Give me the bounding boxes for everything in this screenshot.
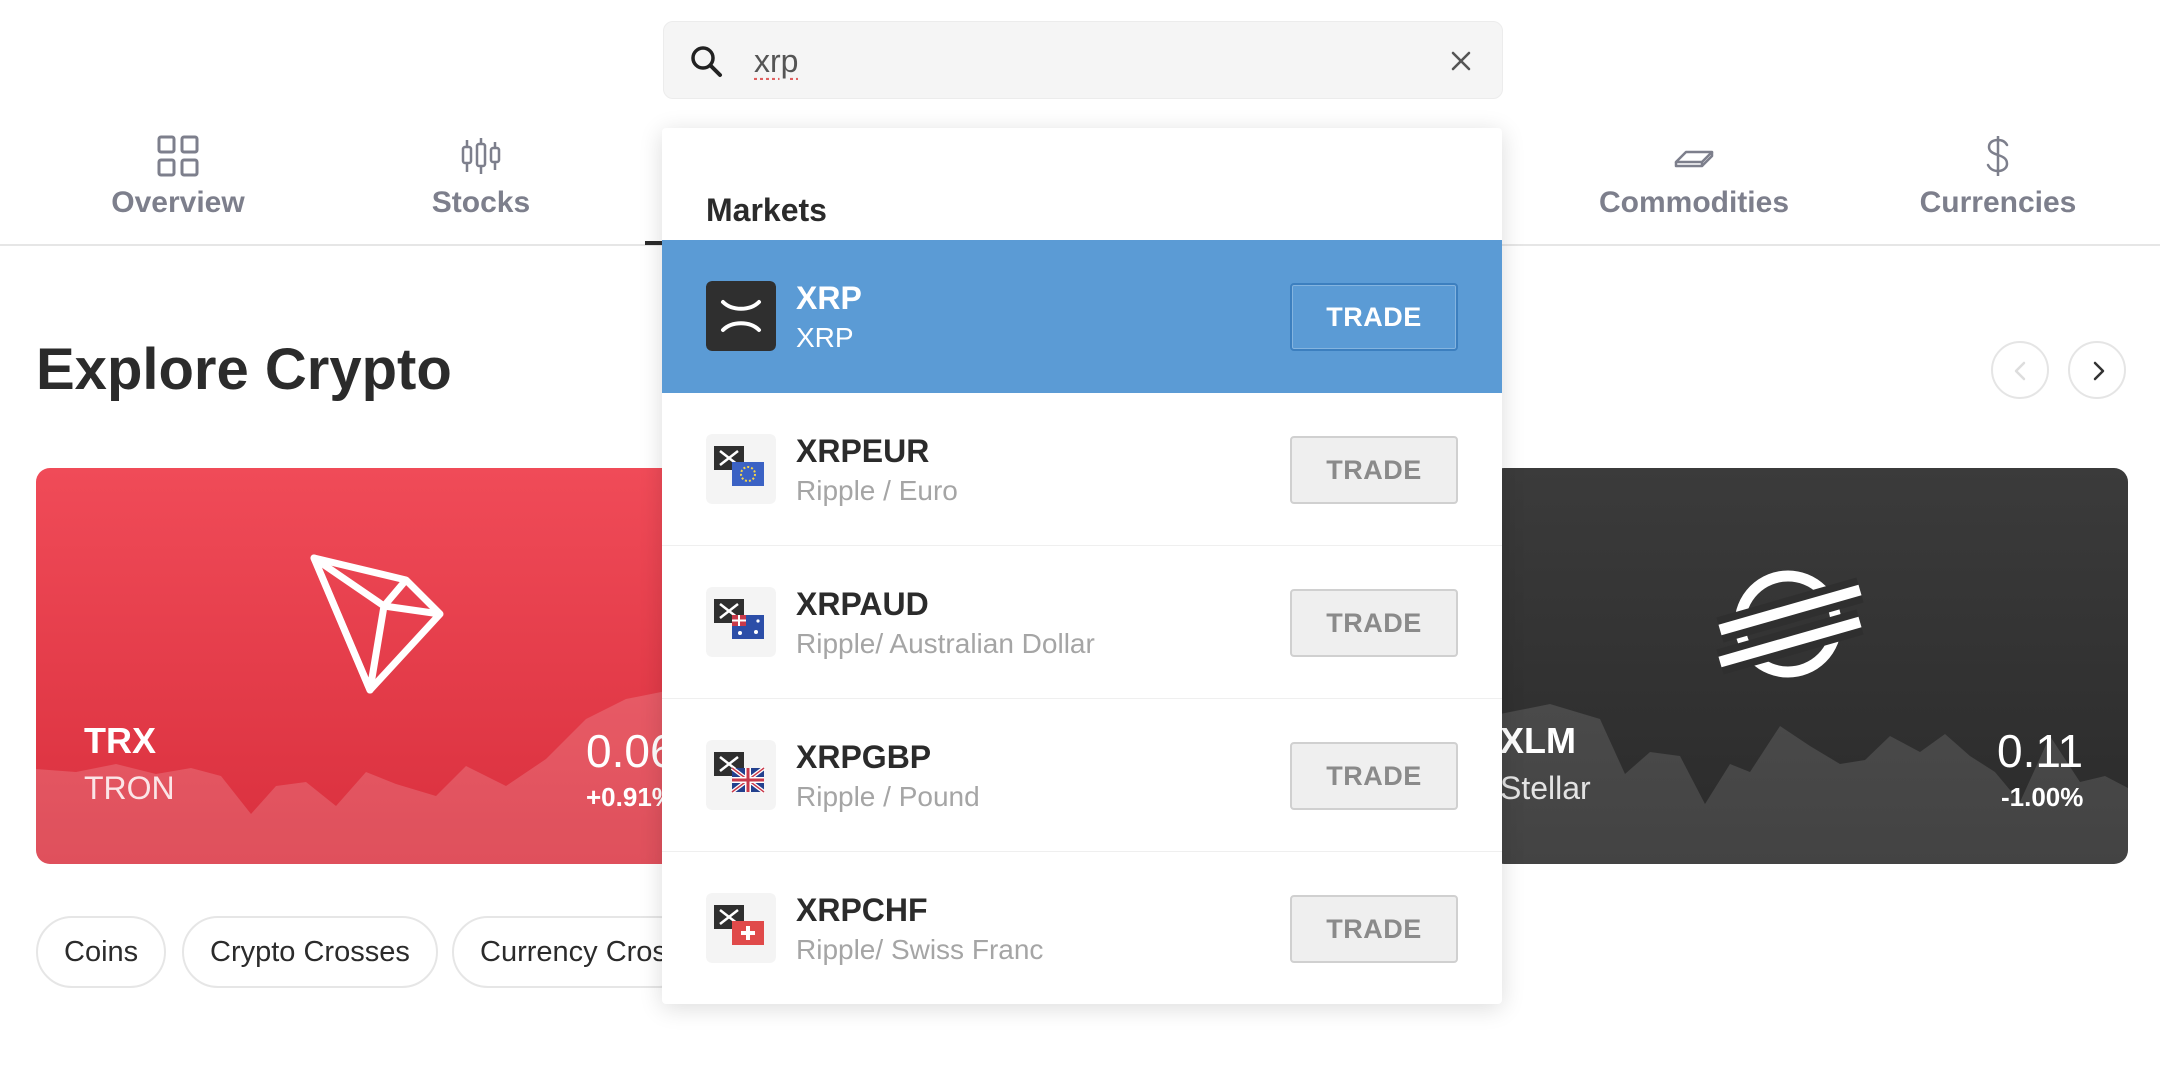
card-change: -1.00% (2001, 782, 2084, 812)
result-row-xrpchf[interactable]: XRPCHF Ripple/ Swiss Franc TRADE (662, 852, 1502, 1004)
tab-currencies-label: Currencies (1919, 186, 2077, 219)
tron-logo-icon (310, 554, 444, 694)
tab-stocks[interactable]: Stocks (381, 120, 581, 244)
chevron-left-icon (2014, 361, 2026, 381)
page-title: Explore Crypto (36, 337, 452, 402)
tab-commodities[interactable]: Commodities (1594, 120, 1794, 244)
result-symbol: XRPAUD (796, 586, 929, 622)
trade-button[interactable]: TRADE (1290, 283, 1458, 351)
overview-grid-icon (157, 135, 199, 177)
chip-coins[interactable]: Coins (36, 916, 167, 988)
card-name: Stellar (1500, 770, 1591, 806)
chevron-right-icon (2093, 361, 2105, 381)
tab-stocks-label: Stocks (431, 186, 531, 219)
result-description: Ripple/ Australian Dollar (796, 628, 1095, 659)
card-symbol: TRX (84, 720, 156, 761)
candlestick-icon (461, 138, 501, 174)
card-name: TRON (84, 770, 175, 806)
result-description: XRP (796, 322, 854, 353)
card-symbol: XLM (1500, 720, 1576, 761)
result-symbol: XRPCHF (796, 892, 928, 928)
result-row-xrpgbp[interactable]: XRPGBP Ripple / Pound TRADE (662, 699, 1502, 852)
xrp-gbp-pair-icon (706, 740, 776, 810)
dollar-icon (1986, 136, 2009, 176)
trade-button[interactable]: TRADE (1290, 742, 1458, 810)
search-bar[interactable] (663, 21, 1503, 99)
carousel-prev-button[interactable] (1991, 341, 2049, 399)
result-row-xrp[interactable]: XRP XRP TRADE (662, 240, 1502, 393)
result-symbol: XRP (796, 280, 862, 316)
price-sparkline (36, 689, 676, 864)
crypto-card-trx[interactable]: TRX TRON 0.06 +0.91% (36, 468, 676, 864)
stellar-logo-icon (1716, 570, 1864, 678)
results-heading: Markets (706, 192, 827, 228)
xrp-logo-icon (706, 281, 776, 351)
card-price: 0.11 (1997, 725, 2084, 777)
xrp-chf-pair-icon (706, 893, 776, 963)
tab-overview[interactable]: Overview (78, 120, 278, 244)
xrp-aud-pair-icon (706, 587, 776, 657)
search-input[interactable] (754, 36, 1394, 86)
xrp-eur-pair-icon (706, 434, 776, 504)
tab-commodities-label: Commodities (1598, 186, 1790, 219)
trade-button[interactable]: TRADE (1290, 589, 1458, 657)
chip-currency-crosses[interactable]: Currency Cros (452, 916, 695, 988)
result-row-xrpeur[interactable]: XRPEUR Ripple / Euro TRADE (662, 393, 1502, 546)
gold-bar-icon (1674, 150, 1714, 168)
trade-button[interactable]: TRADE (1290, 895, 1458, 963)
search-icon (691, 46, 722, 77)
result-symbol: XRPEUR (796, 433, 930, 469)
chip-crypto-crosses[interactable]: Crypto Crosses (182, 916, 438, 988)
close-icon[interactable] (1448, 48, 1474, 74)
trade-button[interactable]: TRADE (1290, 436, 1458, 504)
result-symbol: XRPGBP (796, 739, 932, 775)
result-description: Ripple / Pound (796, 781, 980, 812)
result-description: Ripple/ Swiss Franc (796, 934, 1044, 965)
result-row-xrpaud[interactable]: XRPAUD Ripple/ Australian Dollar TRADE (662, 546, 1502, 699)
result-description: Ripple / Euro (796, 475, 958, 506)
tab-overview-label: Overview (111, 186, 245, 219)
tab-currencies[interactable]: Currencies (1898, 120, 2098, 244)
search-results-dropdown: Markets XRP XRP TRADE XRPEUR Ripple / Eu… (662, 128, 1502, 1004)
crypto-card-xlm[interactable]: XLM Stellar 0.11 -1.00% (1490, 468, 2128, 864)
carousel-next-button[interactable] (2068, 341, 2126, 399)
